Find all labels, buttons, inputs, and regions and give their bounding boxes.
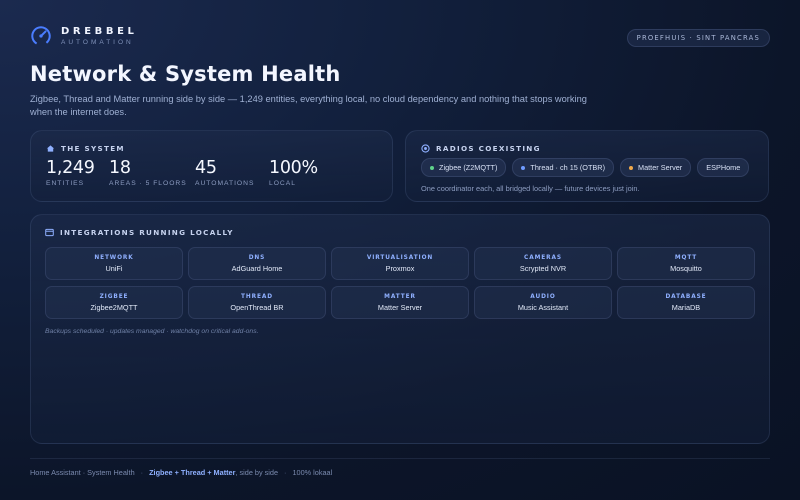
stat-entities: 1,249 ENTITIES xyxy=(46,158,109,187)
tile-name: MariaDB xyxy=(671,302,701,312)
stat-automations: 45 AUTOMATIONS xyxy=(195,158,269,187)
footer-local: 100% lokaal xyxy=(292,468,333,477)
radios-note: One coordinator each, all bridged locall… xyxy=(421,184,640,193)
footer-radios: Zigbee + Thread + Matter, side by side xyxy=(149,468,278,477)
tile-name: Proxmox xyxy=(385,263,415,273)
system-stats: 1,249 ENTITIES 18 AREAS · 5 FLOORS 45 AU… xyxy=(46,158,377,187)
integration-tile-zigbee[interactable]: ZIGBEE Zigbee2MQTT xyxy=(45,286,183,319)
footer-source: Home Assistant · System Health xyxy=(30,468,135,477)
brand: DREBBEL AUTOMATION xyxy=(30,25,137,47)
footer-radios-suffix: , side by side xyxy=(235,468,279,477)
tile-category: DNS xyxy=(248,254,266,261)
tile-name: Matter Server xyxy=(377,302,423,312)
tile-category: NETWORK xyxy=(94,254,134,261)
stat-label: AUTOMATIONS xyxy=(195,180,255,187)
integration-tile-audio[interactable]: AUDIO Music Assistant xyxy=(474,286,612,319)
integration-tile-cameras[interactable]: CAMERAS Scrypted NVR xyxy=(474,247,612,280)
stat-label: AREAS · 5 FLOORS xyxy=(109,180,187,187)
tile-name: Music Assistant xyxy=(517,302,569,312)
status-dot xyxy=(629,165,634,170)
integration-tile-dns[interactable]: DNS AdGuard Home xyxy=(188,247,326,280)
chip-label: Zigbee (Z2MQTT) xyxy=(439,163,498,172)
radios-card: RADIOS COEXISTING Zigbee (Z2MQTT) Thread… xyxy=(405,130,769,202)
tile-category: MATTER xyxy=(384,293,416,300)
integrations-card: INTEGRATIONS RUNNING LOCALLY NETWORK Uni… xyxy=(30,214,770,444)
radio-chip-thread: Thread · ch 15 (OTBR) xyxy=(512,158,615,177)
stat-label: LOCAL xyxy=(269,180,296,187)
stat-value: 1,249 xyxy=(46,158,95,178)
integration-tile-mqtt[interactable]: MQTT Mosquitto xyxy=(617,247,755,280)
brand-tagline: AUTOMATION xyxy=(61,39,134,46)
page-title: Network & System Health xyxy=(30,62,341,86)
integration-tile-virtualisation[interactable]: VIRTUALISATION Proxmox xyxy=(331,247,469,280)
footer: Home Assistant · System Health · Zigbee … xyxy=(30,468,332,477)
stat-label: ENTITIES xyxy=(46,180,85,187)
radios-heading: RADIOS COEXISTING xyxy=(436,144,541,153)
status-dot xyxy=(430,165,434,170)
tile-name: AdGuard Home xyxy=(231,263,283,273)
radio-chip-matter: Matter Server xyxy=(620,158,692,177)
gauge-icon xyxy=(31,26,51,46)
stat-areas: 18 AREAS · 5 FLOORS xyxy=(109,158,195,187)
tile-category: THREAD xyxy=(241,293,273,300)
chip-label: Thread · ch 15 (OTBR) xyxy=(530,163,606,172)
tile-name: Mosquitto xyxy=(670,263,702,273)
tile-name: Scrypted NVR xyxy=(519,263,567,273)
radio-chip-zigbee: Zigbee (Z2MQTT) xyxy=(421,158,507,177)
tile-name: UniFi xyxy=(105,263,123,273)
integration-tile-network[interactable]: NETWORK UniFi xyxy=(45,247,183,280)
system-card: THE SYSTEM 1,249 ENTITIES 18 AREAS · 5 F… xyxy=(30,130,393,202)
integrations-heading: INTEGRATIONS RUNNING LOCALLY xyxy=(60,228,234,237)
footer-divider xyxy=(30,458,770,459)
location-badge: PROEFHUIS · SINT PANCRAS xyxy=(626,29,770,47)
footer-separator: · xyxy=(284,468,287,477)
footer-highlight: Zigbee + Thread + Matter xyxy=(149,468,236,477)
chip-label: Matter Server xyxy=(638,163,683,172)
status-dot xyxy=(521,165,526,170)
integrations-grid: NETWORK UniFi DNS AdGuard Home VIRTUALIS… xyxy=(45,247,755,319)
tile-category: VIRTUALISATION xyxy=(366,254,434,261)
house-icon xyxy=(46,145,55,152)
integration-tile-matter[interactable]: MATTER Matter Server xyxy=(331,286,469,319)
tile-category: AUDIO xyxy=(530,293,556,300)
tile-category: DATABASE xyxy=(665,293,707,300)
window-icon xyxy=(45,228,54,237)
brand-name: DREBBEL xyxy=(61,26,138,37)
integration-tile-thread[interactable]: THREAD OpenThread BR xyxy=(188,286,326,319)
stat-value: 45 xyxy=(195,158,217,178)
integration-tile-database[interactable]: DATABASE MariaDB xyxy=(617,286,755,319)
radio-chips: Zigbee (Z2MQTT) Thread · ch 15 (OTBR) Ma… xyxy=(421,158,753,177)
stat-local: 100% LOCAL xyxy=(269,158,318,187)
tile-name: OpenThread BR xyxy=(230,302,284,312)
tile-category: CAMERAS xyxy=(524,254,562,261)
integrations-note: Backups scheduled · updates managed · wa… xyxy=(45,328,259,335)
chip-label: ESPHome xyxy=(706,163,741,172)
page-subtitle: Zigbee, Thread and Matter running side b… xyxy=(30,94,587,117)
tile-name: Zigbee2MQTT xyxy=(90,302,138,312)
radio-chip-esphome: ESPHome xyxy=(697,158,750,177)
tile-category: MQTT xyxy=(674,254,698,261)
stat-value: 100% xyxy=(269,158,318,178)
footer-separator: · xyxy=(140,468,144,477)
tile-category: ZIGBEE xyxy=(99,293,129,300)
radio-icon xyxy=(421,144,430,153)
system-heading: THE SYSTEM xyxy=(61,144,125,153)
stat-value: 18 xyxy=(109,158,131,178)
